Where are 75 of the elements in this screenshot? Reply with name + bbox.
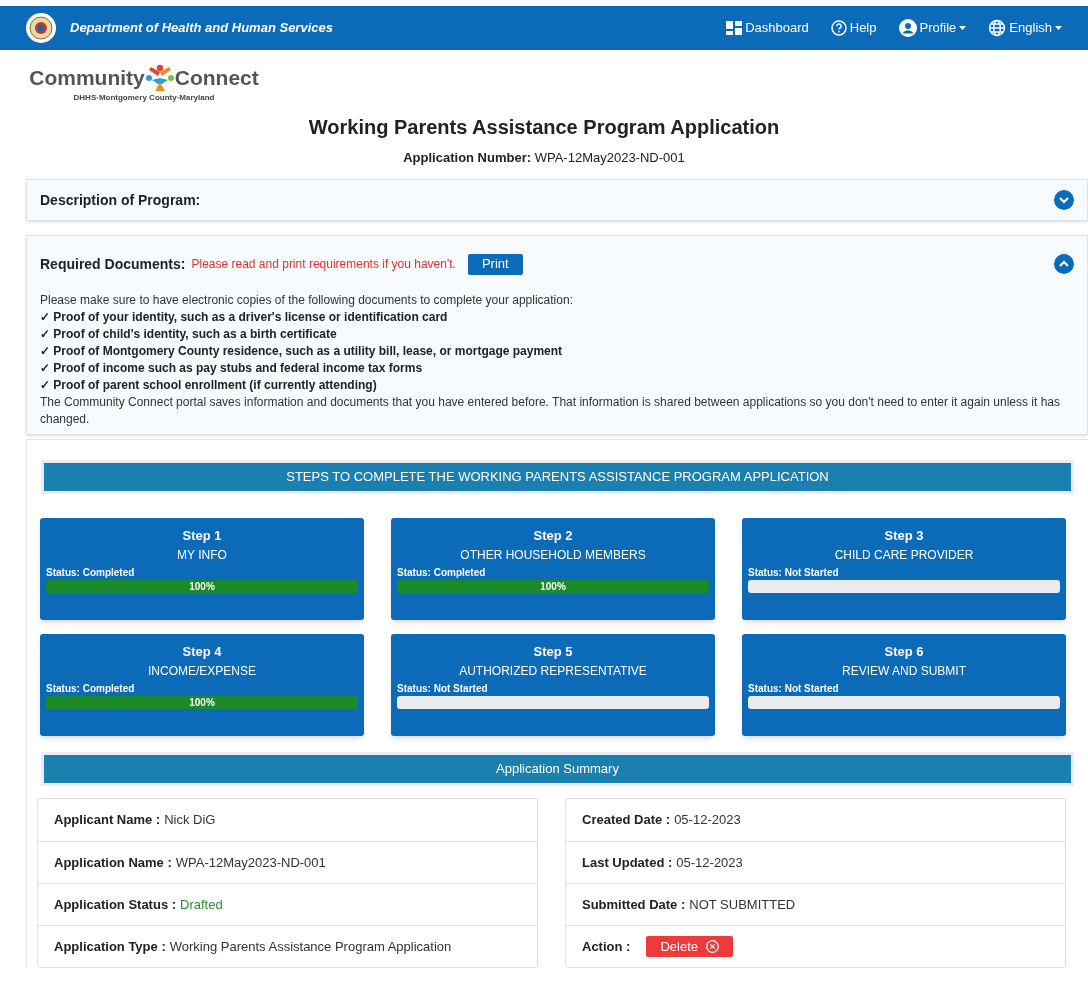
chevron-icon[interactable] <box>1054 254 1074 274</box>
step-status: Status: Not Started <box>397 682 489 696</box>
logo-text: Connect <box>174 65 259 91</box>
profile-icon <box>898 19 917 37</box>
progress-fill: 100% <box>46 696 358 709</box>
step-name: REVIEW AND SUBMIT <box>841 663 967 680</box>
step-name: MY INFO <box>176 547 228 564</box>
requirement-item: ✓ Proof of your identity, such as a driver's license or identification card <box>40 309 449 326</box>
page-title: Working Parents Assistance Program Application <box>307 114 781 140</box>
step-name: INCOME/EXPENSE <box>147 663 257 680</box>
field-value: 05-12-2023 <box>676 853 743 872</box>
nav-link[interactable]: English <box>988 18 1062 38</box>
help-icon <box>830 20 847 36</box>
note-text: The Community Connect portal saves information and documents that you have entered before. That information is shared between applications so you don't need to enter it again unless it has changed. <box>40 394 1061 428</box>
close-circle-icon <box>705 940 719 953</box>
field-label: Action : <box>582 937 631 956</box>
field-value: Nick DiG <box>164 811 216 830</box>
application-number: Application Number: WPA-12May2023-ND-001 <box>402 148 686 167</box>
field-label: Submitted Date : <box>582 895 686 914</box>
step-card[interactable]: Step 5 AUTHORIZED REPRESENTATIVE Status: Not Started <box>391 634 715 736</box>
people-logo-icon <box>144 63 175 92</box>
step-number: Step 6 <box>883 643 925 661</box>
requirement-item: ✓ Proof of Montgomery County residence, such as a utility bill, lease, or mortgage payment <box>40 343 564 360</box>
step-number: Step 5 <box>532 643 574 661</box>
intro-text: Please make sure to have electronic copies of the following documents to complete your application: <box>40 292 574 309</box>
requirement-item: ✓ Proof of income such as pay stubs and federal income tax forms <box>40 360 424 377</box>
step-card[interactable]: Step 4 INCOME/EXPENSE Status: Completed 100% <box>40 634 364 736</box>
delete-button[interactable]: Delete <box>646 936 733 957</box>
dashboard-icon <box>726 21 743 35</box>
step-card[interactable]: Step 6 REVIEW AND SUBMIT Status: Not Started <box>742 634 1066 736</box>
step-card[interactable]: Step 1 MY INFO Status: Completed 100% <box>40 518 364 620</box>
step-number: Step 4 <box>181 643 223 661</box>
step-number: Step 2 <box>532 527 574 545</box>
globe-icon <box>988 19 1007 37</box>
field-label: Last Updated : <box>582 853 673 872</box>
progress-fill: 100% <box>397 580 709 593</box>
step-name: OTHER HOUSEHOLD MEMBERS <box>459 547 647 564</box>
step-card[interactable]: Step 2 OTHER HOUSEHOLD MEMBERS Status: Completed 100% <box>391 518 715 620</box>
field-label: Application Type : <box>54 937 166 956</box>
section-header: STEPS TO COMPLETE THE WORKING PARENTS ASSISTANCE PROGRAM APPLICATION <box>41 460 1074 494</box>
field-label: Application Name : <box>54 853 172 872</box>
logo-text: Community <box>29 65 145 91</box>
panel-title: Required Documents: <box>40 254 186 274</box>
step-status: Status: Not Started <box>748 682 840 696</box>
step-status: Status: Completed <box>46 682 136 696</box>
panel-title: Description of Program: <box>40 190 201 210</box>
print-button[interactable]: Print <box>467 253 523 275</box>
step-name: CHILD CARE PROVIDER <box>833 547 975 564</box>
step-status: Status: Completed <box>46 566 136 580</box>
step-number: Step 1 <box>181 527 223 545</box>
field-value: NOT SUBMITTED <box>689 895 796 914</box>
chevron-icon[interactable] <box>1054 190 1074 210</box>
requirement-item: ✓ Proof of child's identity, such as a birth certificate <box>40 326 338 343</box>
field-label: Applicant Name : <box>54 811 161 830</box>
progress-fill: 100% <box>46 580 358 593</box>
site-title: Department of Health and Human Services <box>70 19 333 38</box>
field-label: Application Status : <box>54 895 177 914</box>
step-number: Step 3 <box>883 527 925 545</box>
step-status: Status: Completed <box>397 566 487 580</box>
seal-icon <box>26 13 56 43</box>
field-value: 05-12-2023 <box>674 811 741 830</box>
section-header: Application Summary <box>41 752 1074 786</box>
field-label: Created Date : <box>582 811 671 830</box>
requirement-item: ✓ Proof of parent school enrollment (if currently attending) <box>40 377 378 394</box>
step-name: AUTHORIZED REPRESENTATIVE <box>458 663 648 680</box>
field-value: WPA-12May2023-ND-001 <box>175 853 326 872</box>
step-status: Status: Not Started <box>748 566 840 580</box>
notice-text: Please read and print requirements if you haven't. <box>191 256 456 273</box>
nav-link[interactable]: Dashboard <box>726 18 809 38</box>
nav-link[interactable]: Profile <box>898 18 967 38</box>
nav-link[interactable]: Help <box>830 18 877 38</box>
step-card[interactable]: Step 3 CHILD CARE PROVIDER Status: Not Started <box>742 518 1066 620</box>
status-value: Drafted <box>180 895 223 914</box>
field-value: Working Parents Assistance Program Application <box>169 937 452 956</box>
logo-subtitle: DHHS·Montgomery County·Maryland <box>73 91 215 104</box>
